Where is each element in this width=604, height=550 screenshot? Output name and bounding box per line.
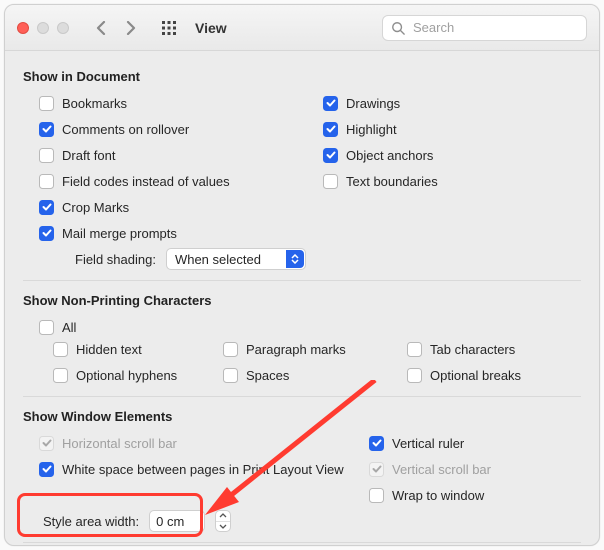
back-button[interactable] bbox=[91, 17, 113, 39]
checkbox-tab-characters[interactable]: Tab characters bbox=[407, 338, 581, 360]
style-area-width-row: Style area width: 0 cm bbox=[23, 510, 581, 532]
show-in-document-left-column: Bookmarks Comments on rollover Draft fon… bbox=[23, 92, 297, 244]
checkbox-field-codes[interactable]: Field codes instead of values bbox=[23, 170, 297, 192]
divider bbox=[23, 542, 581, 543]
preferences-window: View Show in Document Bookmarks Comments… bbox=[4, 4, 600, 546]
checkbox-hidden-text[interactable]: Hidden text bbox=[39, 338, 213, 360]
section-title: Show Window Elements bbox=[23, 409, 581, 424]
preferences-body: Show in Document Bookmarks Comments on r… bbox=[5, 51, 599, 546]
checkbox-label: Wrap to window bbox=[392, 488, 484, 503]
checkbox-white-space-between-pages[interactable]: White space between pages in Print Layou… bbox=[23, 458, 343, 480]
checkbox-label: Hidden text bbox=[76, 342, 142, 357]
checkbox-bookmarks[interactable]: Bookmarks bbox=[23, 92, 297, 114]
checkbox-paragraph-marks[interactable]: Paragraph marks bbox=[223, 338, 397, 360]
toolbar: View bbox=[5, 5, 599, 51]
checkbox-label: Field codes instead of values bbox=[62, 174, 230, 189]
checkbox-label: Draft font bbox=[62, 148, 115, 163]
section-non-printing: Show Non-Printing Characters All Hidden … bbox=[23, 293, 581, 386]
checkbox-label: Tab characters bbox=[430, 342, 515, 357]
search-field[interactable] bbox=[382, 15, 587, 41]
checkbox-crop-marks[interactable]: Crop Marks bbox=[23, 196, 297, 218]
checkbox-label: Drawings bbox=[346, 96, 400, 111]
section-show-in-document: Show in Document Bookmarks Comments on r… bbox=[23, 69, 581, 270]
show-all-icon[interactable] bbox=[155, 20, 183, 36]
minimize-window-button[interactable] bbox=[37, 22, 49, 34]
checkbox-label: Paragraph marks bbox=[246, 342, 346, 357]
checkbox-wrap-to-window[interactable]: Wrap to window bbox=[353, 484, 581, 506]
zoom-window-button[interactable] bbox=[57, 22, 69, 34]
search-icon bbox=[391, 21, 405, 35]
checkbox-comments-on-rollover[interactable]: Comments on rollover bbox=[23, 118, 297, 140]
checkbox-highlight[interactable]: Highlight bbox=[307, 118, 581, 140]
section-title: Show in Document bbox=[23, 69, 581, 84]
checkbox-all[interactable]: All bbox=[23, 316, 581, 338]
checkbox-label: Comments on rollover bbox=[62, 122, 189, 137]
checkbox-spaces[interactable]: Spaces bbox=[223, 364, 397, 386]
checkbox-vertical-ruler[interactable]: Vertical ruler bbox=[353, 432, 581, 454]
checkbox-optional-breaks[interactable]: Optional breaks bbox=[407, 364, 581, 386]
checkbox-drawings[interactable]: Drawings bbox=[307, 92, 581, 114]
checkbox-mail-merge-prompts[interactable]: Mail merge prompts bbox=[23, 222, 297, 244]
checkbox-label: Object anchors bbox=[346, 148, 433, 163]
section-window-elements: Show Window Elements Horizontal scroll b… bbox=[23, 409, 581, 532]
checkbox-horizontal-scroll-bar[interactable]: Horizontal scroll bar bbox=[23, 432, 343, 454]
field-shading-row: Field shading: When selected bbox=[23, 248, 581, 270]
style-area-stepper[interactable] bbox=[215, 510, 231, 532]
checkbox-object-anchors[interactable]: Object anchors bbox=[307, 144, 581, 166]
style-area-input[interactable]: 0 cm bbox=[149, 510, 205, 532]
section-title: Show Non-Printing Characters bbox=[23, 293, 581, 308]
checkbox-label: Horizontal scroll bar bbox=[62, 436, 177, 451]
checkbox-label: Crop Marks bbox=[62, 200, 129, 215]
chevron-down-icon bbox=[216, 522, 230, 532]
search-input[interactable] bbox=[411, 19, 578, 36]
checkbox-label: Text boundaries bbox=[346, 174, 438, 189]
divider bbox=[23, 280, 581, 281]
forward-button[interactable] bbox=[119, 17, 141, 39]
checkbox-vertical-scroll-bar[interactable]: Vertical scroll bar bbox=[353, 458, 581, 480]
window-controls bbox=[17, 22, 69, 34]
field-shading-select[interactable]: When selected bbox=[166, 248, 306, 270]
checkbox-label: Optional breaks bbox=[430, 368, 521, 383]
checkbox-text-boundaries[interactable]: Text boundaries bbox=[307, 170, 581, 192]
chevron-up-icon bbox=[216, 511, 230, 522]
close-window-button[interactable] bbox=[17, 22, 29, 34]
divider bbox=[23, 396, 581, 397]
checkbox-draft-font[interactable]: Draft font bbox=[23, 144, 297, 166]
style-area-label: Style area width: bbox=[43, 514, 139, 529]
show-in-document-right-column: Drawings Highlight Object anchors Text b… bbox=[307, 92, 581, 244]
window-title: View bbox=[195, 20, 227, 36]
checkbox-label: Highlight bbox=[346, 122, 397, 137]
checkbox-label: Vertical scroll bar bbox=[392, 462, 491, 477]
checkbox-label: White space between pages in Print Layou… bbox=[62, 462, 344, 477]
checkbox-label: All bbox=[62, 320, 76, 335]
field-shading-label: Field shading: bbox=[75, 252, 156, 267]
checkbox-label: Bookmarks bbox=[62, 96, 127, 111]
checkbox-label: Mail merge prompts bbox=[62, 226, 177, 241]
select-value: When selected bbox=[175, 252, 261, 267]
checkbox-label: Spaces bbox=[246, 368, 289, 383]
checkbox-optional-hyphens[interactable]: Optional hyphens bbox=[39, 364, 213, 386]
select-stepper-icon bbox=[286, 250, 304, 268]
checkbox-label: Optional hyphens bbox=[76, 368, 177, 383]
checkbox-label: Vertical ruler bbox=[392, 436, 464, 451]
